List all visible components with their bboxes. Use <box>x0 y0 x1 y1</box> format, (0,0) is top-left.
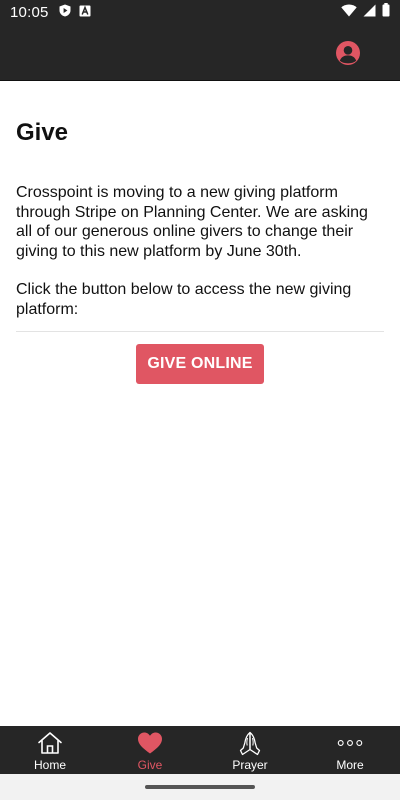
battery-icon <box>382 3 390 21</box>
status-time: 10:05 <box>10 3 49 21</box>
signal-icon <box>363 4 376 21</box>
status-left-icons <box>59 4 91 21</box>
more-dots-icon <box>337 730 363 756</box>
bottom-tab-bar: Home Give Prayer More <box>0 726 400 774</box>
user-circle-icon <box>336 40 360 70</box>
tab-label: Give <box>137 758 163 772</box>
app-bar <box>0 24 400 81</box>
page-title: Give <box>16 119 69 146</box>
praying-hands-icon <box>237 730 263 756</box>
give-page: Give Crosspoint is moving to a new givin… <box>0 81 400 726</box>
home-gesture-handle[interactable] <box>145 785 255 789</box>
tab-label: More <box>336 758 364 772</box>
divider <box>16 331 384 332</box>
house-icon <box>37 730 63 756</box>
tab-give[interactable]: Give <box>100 726 200 774</box>
shield-play-icon <box>59 4 71 21</box>
heart-icon <box>137 730 163 756</box>
tab-label: Home <box>33 758 66 772</box>
system-nav-bar <box>0 774 400 800</box>
instruction-text: Click the button below to access the new… <box>16 281 352 318</box>
give-online-button[interactable]: GIVE ONLINE <box>136 344 264 384</box>
status-bar: 10:05 <box>0 0 400 24</box>
tab-prayer[interactable]: Prayer <box>200 726 300 774</box>
intro-text: Crosspoint is moving to a new giving pla… <box>16 184 368 260</box>
tab-more[interactable]: More <box>300 726 400 774</box>
wifi-icon <box>341 4 357 21</box>
profile-button[interactable] <box>336 40 360 70</box>
tab-home[interactable]: Home <box>0 726 100 774</box>
tab-label: Prayer <box>232 758 268 772</box>
status-right-icons <box>341 3 390 21</box>
a-box-icon <box>79 4 91 21</box>
